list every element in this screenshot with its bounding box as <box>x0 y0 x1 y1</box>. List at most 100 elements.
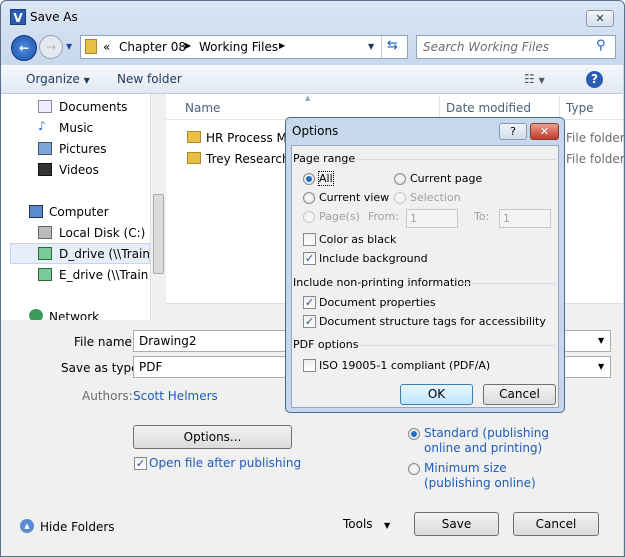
all-label[interactable]: All <box>318 171 334 186</box>
to-spinner[interactable]: 1 <box>499 209 551 228</box>
all-radio[interactable] <box>303 173 315 185</box>
column-date-modified[interactable]: Date modified <box>446 101 531 115</box>
hide-folders-button[interactable]: Hide Folders <box>40 520 115 534</box>
pictures-icon <box>38 142 52 155</box>
pages-radio[interactable] <box>303 211 315 223</box>
nav-d-drive[interactable]: D_drive (\\Trainin <box>59 247 149 261</box>
include-background-label[interactable]: Include background <box>319 252 428 265</box>
search-icon[interactable]: ⚲ <box>596 38 606 53</box>
from-spinner[interactable]: 1 <box>406 209 458 228</box>
address-bar[interactable]: « Chapter 08 ▶ Working Files ▶ ▼ ⇆ <box>80 35 408 59</box>
dialog-close-button[interactable]: ✕ <box>530 123 559 140</box>
folder-icon <box>85 39 97 54</box>
standard-radio[interactable] <box>408 428 420 440</box>
minimum-size-label[interactable]: Minimum size (publishing online) <box>424 461 544 491</box>
window-title: Save As <box>30 10 78 24</box>
network-drive-icon <box>38 247 52 260</box>
videos-icon <box>38 163 52 176</box>
dialog-cancel-button[interactable]: Cancel <box>483 384 556 405</box>
close-button[interactable]: ✕ <box>586 10 614 27</box>
history-dropdown-icon[interactable]: ▼ <box>66 42 72 51</box>
options-dialog-body: Page range All Current page Current view… <box>291 145 559 408</box>
ok-button[interactable]: OK <box>400 384 473 405</box>
minimum-size-radio[interactable] <box>408 463 420 475</box>
file-row-name[interactable]: Trey Research <box>206 152 290 166</box>
refresh-icon[interactable]: ⇆ <box>387 38 398 53</box>
to-label: To: <box>474 210 490 223</box>
authors-value[interactable]: Scott Helmers <box>133 389 218 403</box>
selection-radio[interactable] <box>394 192 406 204</box>
search-input[interactable]: Search Working Files <box>416 35 616 59</box>
overflow-chevron[interactable]: « <box>103 40 110 54</box>
structure-tags-checkbox[interactable]: ✓ <box>303 315 316 328</box>
chevron-down-icon[interactable]: ▼ <box>598 336 604 345</box>
file-row-type: File folder <box>566 152 625 166</box>
organize-label: Organize <box>26 72 80 86</box>
current-view-radio[interactable] <box>303 192 315 204</box>
color-as-black-checkbox[interactable] <box>303 233 316 246</box>
open-after-checkbox[interactable]: ✓ <box>134 457 147 470</box>
from-label: From: <box>368 210 399 223</box>
file-row-name[interactable]: HR Process Ma <box>206 131 294 145</box>
column-name[interactable]: Name <box>185 101 220 115</box>
column-type[interactable]: Type <box>566 101 594 115</box>
current-view-label[interactable]: Current view <box>319 191 389 204</box>
nav-music[interactable]: Music <box>59 121 93 135</box>
structure-tags-label[interactable]: Document structure tags for accessibilit… <box>319 315 546 328</box>
options-dialog-title: Options <box>292 124 339 138</box>
page-range-heading: Page range <box>293 152 356 165</box>
selection-label: Selection <box>410 191 461 204</box>
address-dropdown-icon[interactable]: ▼ <box>368 42 374 51</box>
forward-button[interactable]: → <box>39 35 63 59</box>
current-page-radio[interactable] <box>394 173 406 185</box>
back-button[interactable]: ← <box>11 35 37 61</box>
network-drive-icon <box>38 268 52 281</box>
computer-icon <box>29 205 43 218</box>
hide-folders-icon[interactable]: ▲ <box>20 519 34 533</box>
documents-icon <box>38 100 52 113</box>
document-properties-checkbox[interactable]: ✓ <box>303 296 316 309</box>
iso-compliant-label[interactable]: ISO 19005-1 compliant (PDF/A) <box>319 359 490 372</box>
options-dialog: Options ? ✕ Page range All Current page … <box>285 117 565 413</box>
file-row-type: File folder <box>566 131 625 145</box>
nav-computer[interactable]: Computer <box>49 205 109 219</box>
crumb-separator-icon[interactable]: ▶ <box>185 41 191 50</box>
nav-e-drive[interactable]: E_drive (\\Trainin <box>59 268 149 282</box>
document-properties-label[interactable]: Document properties <box>319 296 436 309</box>
save-button[interactable]: Save <box>414 512 499 536</box>
organize-button[interactable]: Organize ▼ <box>26 72 90 86</box>
new-folder-button[interactable]: New folder <box>117 72 182 86</box>
help-button[interactable]: ? <box>499 123 527 140</box>
chevron-down-icon[interactable]: ▼ <box>598 362 604 371</box>
nonprinting-heading: Include non-printing information <box>293 276 472 289</box>
crumb-chapter-08[interactable]: Chapter 08 <box>119 40 186 54</box>
nav-videos[interactable]: Videos <box>59 163 99 177</box>
nav-scrollbar[interactable] <box>150 94 166 320</box>
pages-label: Page(s) <box>319 210 360 223</box>
authors-label: Authors: <box>82 389 133 403</box>
open-after-label[interactable]: Open file after publishing <box>149 456 301 470</box>
nav-local-disk[interactable]: Local Disk (C:) <box>59 226 145 240</box>
help-icon[interactable]: ? <box>586 71 603 88</box>
music-icon: ♪ <box>38 119 46 133</box>
color-as-black-label[interactable]: Color as black <box>319 233 396 246</box>
include-background-checkbox[interactable]: ✓ <box>303 252 316 265</box>
current-page-label[interactable]: Current page <box>410 172 482 185</box>
cancel-button[interactable]: Cancel <box>513 512 599 536</box>
save-as-type-label: Save as type: <box>61 361 143 375</box>
standard-label[interactable]: Standard (publishing online and printing… <box>424 426 554 456</box>
crumb-working-files[interactable]: Working Files <box>199 40 278 54</box>
nav-documents[interactable]: Documents <box>59 100 127 114</box>
crumb-separator-icon[interactable]: ▶ <box>279 41 285 50</box>
options-button[interactable]: Options... <box>133 425 292 449</box>
drive-icon <box>38 226 52 239</box>
folder-icon <box>187 131 201 143</box>
nav-pictures[interactable]: Pictures <box>59 142 107 156</box>
pdf-options-heading: PDF options <box>293 338 359 351</box>
iso-compliant-checkbox[interactable] <box>303 359 316 372</box>
tools-label: Tools <box>343 517 373 531</box>
tools-button[interactable]: Tools ▼ <box>343 517 390 531</box>
visio-app-icon: V <box>10 9 26 25</box>
view-icon[interactable]: ☷ ▼ <box>524 72 545 86</box>
folder-icon <box>187 152 201 164</box>
